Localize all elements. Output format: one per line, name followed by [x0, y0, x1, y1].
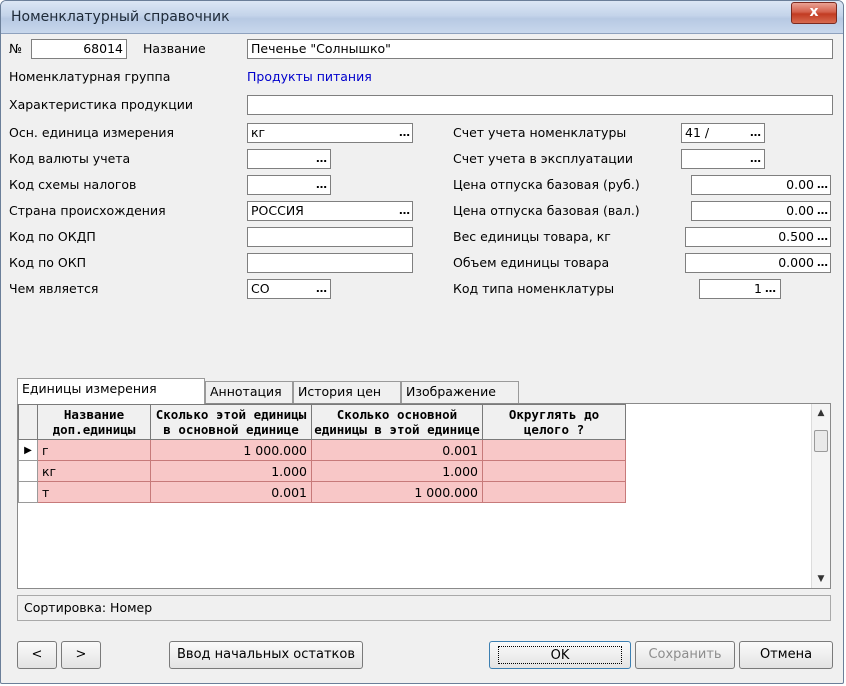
- ok-button-label: OK: [498, 646, 622, 664]
- item-kind-lookup-button[interactable]: …: [316, 283, 327, 295]
- group-link[interactable]: Продукты питания: [247, 69, 372, 84]
- base-price-cur-field[interactable]: 0.00: [691, 201, 831, 221]
- inventory-account-lookup-button[interactable]: …: [750, 127, 761, 139]
- save-button[interactable]: Сохранить: [635, 641, 735, 669]
- cell-round[interactable]: [482, 460, 626, 482]
- unit-weight-lookup-button[interactable]: …: [817, 231, 828, 243]
- okp-label: Код по ОКП: [9, 255, 87, 270]
- currency-code-label: Код валюты учета: [9, 151, 131, 166]
- tax-scheme-label: Код схемы налогов: [9, 177, 137, 192]
- okdp-label: Код по ОКДП: [9, 229, 96, 244]
- cell-round[interactable]: [482, 439, 626, 461]
- ok-button[interactable]: OK: [489, 641, 631, 669]
- base-price-cur-label: Цена отпуска базовая (вал.): [453, 203, 640, 218]
- base-price-rub-lookup-button[interactable]: …: [817, 179, 828, 191]
- base-price-rub-field[interactable]: 0.00: [691, 175, 831, 195]
- table-row[interactable]: ▶ г 1 000.000 0.001: [18, 439, 626, 461]
- table-row[interactable]: кг 1.000 1.000: [18, 460, 626, 482]
- row-indicator: [18, 460, 38, 482]
- scroll-thumb[interactable]: [814, 430, 828, 452]
- cell-base-in[interactable]: 1 000.000: [311, 481, 483, 503]
- okdp-field[interactable]: [247, 227, 413, 247]
- cell-in-base[interactable]: 1.000: [150, 460, 312, 482]
- base-unit-field[interactable]: кг: [247, 123, 413, 143]
- unit-volume-label: Объем единицы товара: [453, 255, 610, 270]
- name-label: Название: [143, 41, 206, 56]
- dialog-window: Номенклатурный справочник x № 68014 Назв…: [0, 0, 844, 684]
- column-header-name[interactable]: Название доп.единицы: [37, 404, 151, 440]
- characteristic-field[interactable]: [247, 95, 833, 115]
- table-row[interactable]: т 0.001 1 000.000: [18, 481, 626, 503]
- characteristic-label: Характеристика продукции: [9, 97, 193, 112]
- group-label: Номенклатурная группа: [9, 69, 171, 84]
- units-table: Название доп.единицы Сколько этой единиц…: [18, 404, 626, 503]
- unit-volume-lookup-button[interactable]: …: [817, 257, 828, 269]
- cell-round[interactable]: [482, 481, 626, 503]
- column-header-in-base[interactable]: Сколько этой единицы в основной единице: [150, 404, 312, 440]
- tab-price-history[interactable]: История цен: [293, 381, 401, 403]
- cell-base-in[interactable]: 0.001: [311, 439, 483, 461]
- country-field[interactable]: РОССИЯ: [247, 201, 413, 221]
- item-kind-label: Чем является: [9, 281, 99, 296]
- operation-account-lookup-button[interactable]: …: [750, 153, 761, 165]
- number-label: №: [9, 41, 23, 56]
- item-type-label: Код типа номенклатуры: [453, 281, 615, 296]
- column-header-base-in[interactable]: Сколько основной единицы в этой единице: [311, 404, 483, 440]
- cell-in-base[interactable]: 1 000.000: [150, 439, 312, 461]
- base-price-rub-label: Цена отпуска базовая (руб.): [453, 177, 640, 192]
- units-grid[interactable]: Название доп.единицы Сколько этой единиц…: [17, 403, 831, 589]
- cancel-button[interactable]: Отмена: [739, 641, 833, 669]
- name-field[interactable]: Печенье "Солнышко": [247, 39, 833, 59]
- country-label: Страна происхождения: [9, 203, 166, 218]
- sort-status: Сортировка: Номер: [17, 595, 831, 621]
- row-pointer-icon: ▶: [18, 439, 38, 461]
- inventory-account-label: Счет учета номенклатуры: [453, 125, 627, 140]
- cell-unit-name[interactable]: г: [37, 439, 151, 461]
- okp-field[interactable]: [247, 253, 413, 273]
- table-header-row: Название доп.единицы Сколько этой единиц…: [18, 404, 626, 440]
- currency-code-lookup-button[interactable]: …: [316, 153, 327, 165]
- cell-in-base[interactable]: 0.001: [150, 481, 312, 503]
- base-price-cur-lookup-button[interactable]: …: [817, 205, 828, 217]
- prev-record-button[interactable]: <: [17, 641, 57, 669]
- unit-weight-label: Вес единицы товара, кг: [453, 229, 611, 244]
- tab-units[interactable]: Единицы измерения: [17, 378, 205, 404]
- row-indicator: [18, 481, 38, 503]
- vertical-scrollbar[interactable]: ▲ ▼: [811, 404, 830, 588]
- scroll-down-icon[interactable]: ▼: [812, 570, 830, 588]
- close-button[interactable]: x: [791, 2, 837, 24]
- tab-annotation[interactable]: Аннотация: [205, 381, 293, 403]
- unit-volume-field[interactable]: 0.000: [685, 253, 831, 273]
- cell-unit-name[interactable]: т: [37, 481, 151, 503]
- row-indicator-header: [18, 404, 38, 440]
- unit-weight-field[interactable]: 0.500: [685, 227, 831, 247]
- scroll-up-icon[interactable]: ▲: [812, 404, 830, 422]
- item-type-lookup-button[interactable]: …: [765, 283, 776, 295]
- initial-balances-button[interactable]: Ввод начальных остатков: [169, 641, 363, 669]
- column-header-round[interactable]: Округлять до целого ?: [482, 404, 626, 440]
- operation-account-label: Счет учета в эксплуатации: [453, 151, 633, 166]
- tab-image[interactable]: Изображение: [401, 381, 519, 403]
- country-lookup-button[interactable]: …: [399, 205, 410, 217]
- cell-unit-name[interactable]: кг: [37, 460, 151, 482]
- base-unit-lookup-button[interactable]: …: [399, 127, 410, 139]
- next-record-button[interactable]: >: [61, 641, 101, 669]
- tax-scheme-lookup-button[interactable]: …: [316, 179, 327, 191]
- number-field[interactable]: 68014: [31, 39, 127, 59]
- base-unit-label: Осн. единица измерения: [9, 125, 175, 140]
- title-bar: Номенклатурный справочник x: [1, 1, 843, 34]
- window-title: Номенклатурный справочник: [11, 9, 230, 25]
- cell-base-in[interactable]: 1.000: [311, 460, 483, 482]
